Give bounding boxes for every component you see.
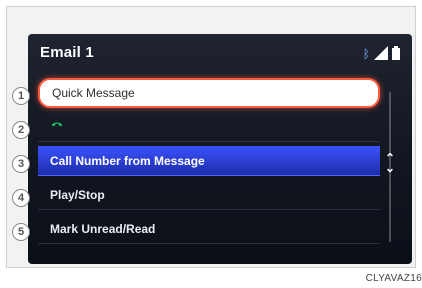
scroll-arrows-icon[interactable]: ⌃ ⌄ (382, 150, 398, 176)
callout-5-badge: 5 (12, 223, 30, 241)
callout-1-badge: 1 (12, 87, 30, 105)
menu-item-mark-unread-read[interactable]: Mark Unread/Read (38, 214, 380, 244)
menu-item-label: Call Number from Message (50, 153, 205, 168)
menu-list: Quick Message Call Number from Message P… (38, 78, 380, 248)
menu-item-call-number-from-message[interactable]: Call Number from Message (38, 146, 380, 176)
infotainment-screen: Email 1 ᛒ Quick Message Call Number from… (28, 34, 412, 264)
battery-icon (392, 46, 400, 60)
image-code: CLYAVAZ16 (365, 273, 422, 284)
callout-2-badge: 2 (12, 121, 30, 139)
screen-title: Email 1 (40, 44, 94, 61)
menu-item-label: Quick Message (52, 86, 135, 100)
bluetooth-icon: ᛒ (362, 47, 370, 61)
chevron-down-icon: ⌄ (384, 161, 396, 175)
status-bar: ᛒ (363, 44, 400, 60)
callout-4-badge: 4 (12, 189, 30, 207)
signal-icon (374, 46, 388, 60)
callout-3-badge: 3 (12, 155, 30, 173)
scrollbar[interactable]: ⌃ ⌄ (385, 92, 395, 242)
menu-item-call[interactable] (38, 112, 380, 142)
menu-item-play-stop[interactable]: Play/Stop (38, 180, 380, 210)
phone-icon (50, 120, 64, 134)
menu-item-label: Play/Stop (50, 187, 105, 202)
menu-item-label: Mark Unread/Read (50, 221, 156, 236)
menu-item-quick-message[interactable]: Quick Message (38, 78, 380, 108)
